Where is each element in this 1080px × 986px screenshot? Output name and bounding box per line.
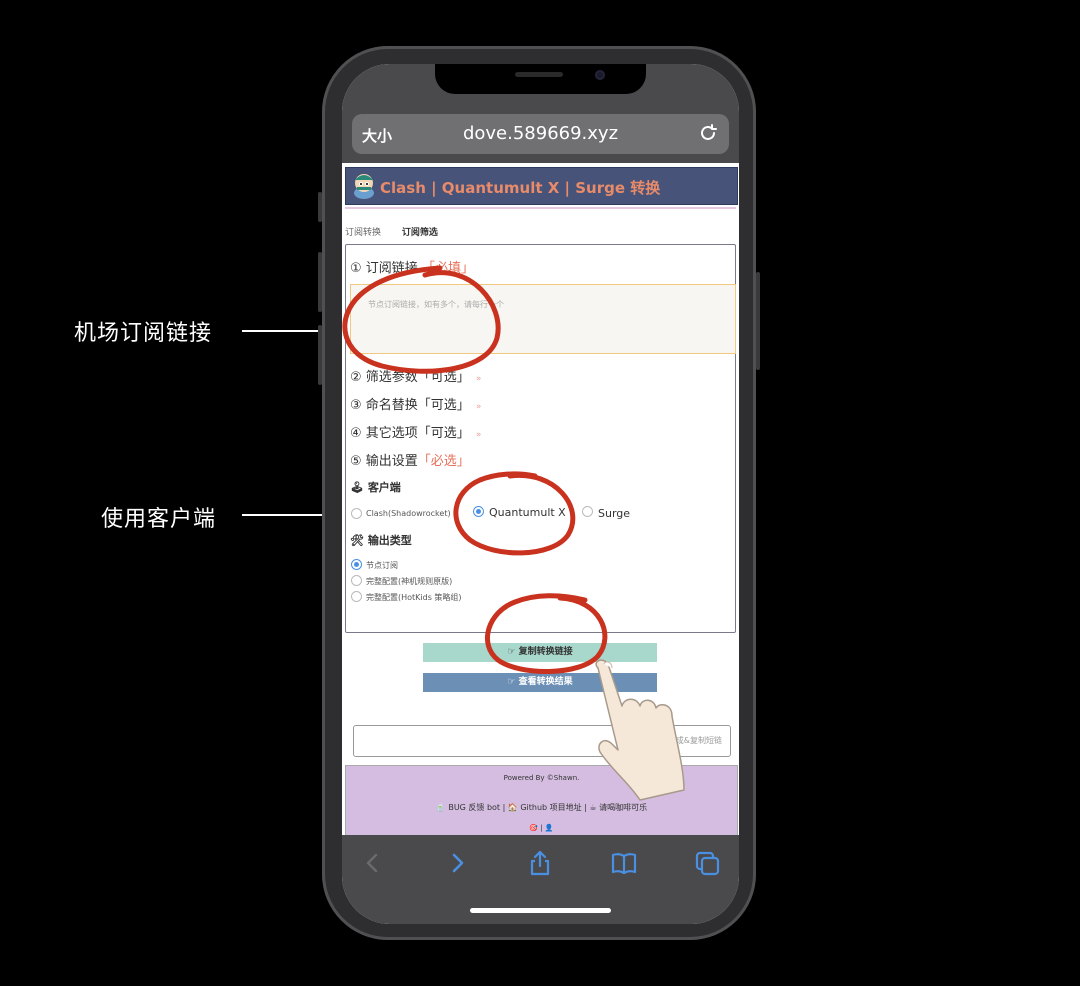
phone-screen: 大小 dove.589669.xyz Clash | Quantumult X … — [342, 64, 739, 924]
chevron-icon: » — [475, 402, 482, 412]
address-bar[interactable]: 大小 dove.589669.xyz — [352, 114, 729, 154]
footer-links[interactable]: 🍵 BUG 反馈 bot | 🏠 Github 项目地址 | ☕ 请喝咖啡可乐 — [346, 802, 737, 813]
client-label-text: 客户端 — [367, 481, 401, 494]
power-button — [756, 272, 760, 370]
radio-clash[interactable] — [351, 508, 362, 519]
client-section-label: 🕹 客户端 — [350, 479, 401, 495]
callout-client-label: 使用客户端 — [101, 507, 217, 532]
step-subscription-link: ① 订阅链接 「必填」 — [350, 257, 474, 276]
silent-switch — [318, 192, 322, 222]
page-footer: Powered By ©Shawn. 🍵 BUG 反馈 bot | 🏠 Gith… — [345, 765, 738, 835]
tabs-icon[interactable] — [693, 849, 721, 877]
radio-full-config-original[interactable] — [351, 575, 362, 586]
radio-clash-label: Clash(Shadowrocket) — [366, 509, 451, 518]
output-type-section-label: 🛠 输出类型 — [350, 532, 412, 548]
radio-node-subscription[interactable] — [351, 559, 362, 570]
header-divider — [345, 207, 736, 209]
step-output-settings: ⑤ 输出设置「必选」 — [350, 450, 470, 469]
web-content: Clash | Quantumult X | Surge 转换 订阅转换 订阅筛… — [342, 163, 739, 835]
radio-full-config-hotkids[interactable] — [351, 591, 362, 602]
step-3-tag: 「可选」 — [417, 398, 470, 413]
reload-icon[interactable] — [697, 122, 719, 144]
tools-icon: 🛠 — [350, 534, 364, 547]
radio-quantumult-x[interactable] — [473, 506, 484, 517]
radio-surge[interactable] — [582, 506, 593, 517]
volume-up-button — [318, 252, 322, 312]
back-icon[interactable] — [359, 849, 387, 877]
share-icon[interactable] — [526, 849, 554, 877]
copy-convert-link-button[interactable]: ☞ 复制转换链接 — [423, 643, 657, 662]
step-4-tag: 「可选」 — [417, 426, 470, 441]
radio-quantumult-x-label: Quantumult X — [489, 506, 566, 519]
shortlink-box[interactable]: 生成&复制短链 — [353, 725, 731, 757]
tab-subscription-convert[interactable]: 订阅转换 — [345, 228, 381, 238]
view-convert-result-button[interactable]: ☞ 查看转换结果 — [423, 673, 657, 692]
powered-by-text: Powered By ©Shawn. — [503, 774, 580, 782]
step-4-label: ④ 其它选项 — [350, 426, 418, 441]
callout-subscription-label: 机场订阅链接 — [74, 321, 213, 346]
step-rename[interactable]: ③ 命名替换「可选」 » — [350, 394, 481, 413]
generate-shortlink-button[interactable]: 生成&复制短链 — [668, 735, 722, 746]
step-2-tag: 「可选」 — [417, 370, 470, 385]
subscription-textarea[interactable]: 节点订阅链接，如有多个，请每行一个 — [350, 284, 736, 354]
step-other-options[interactable]: ④ 其它选项「可选」 » — [350, 422, 481, 441]
home-indicator — [470, 908, 611, 913]
page-header: Clash | Quantumult X | Surge 转换 — [345, 167, 738, 205]
tab-subscription-filter[interactable]: 订阅筛选 — [402, 228, 438, 238]
notch — [435, 64, 646, 94]
radio-surge-label: Surge — [598, 507, 631, 520]
radio-full-config-original-label: 完整配置(神机规则原版) — [366, 577, 453, 586]
tab-bar: 订阅转换 订阅筛选 — [345, 225, 456, 238]
page-title: Clash | Quantumult X | Surge 转换 — [380, 179, 661, 197]
speaker — [515, 72, 563, 77]
step-2-label: ② 筛选参数 — [350, 370, 418, 385]
volume-down-button — [318, 325, 322, 385]
mascot-icon — [354, 174, 374, 199]
subscription-placeholder: 节点订阅链接，如有多个，请每行一个 — [368, 300, 504, 309]
url-text[interactable]: dove.589669.xyz — [352, 123, 729, 144]
step-5-tag: 「必选」 — [417, 454, 470, 469]
step-5-label: ⑤ 输出设置 — [350, 454, 418, 469]
bookmarks-icon[interactable] — [610, 849, 638, 877]
footer-icons[interactable]: 🎯 | 👤 — [346, 824, 737, 832]
step-filter-params[interactable]: ② 筛选参数「可选」 » — [350, 366, 481, 385]
output-type-label-text: 输出类型 — [367, 534, 412, 547]
forward-icon[interactable] — [443, 849, 471, 877]
chevron-icon: » — [475, 430, 482, 440]
step-1-label: ① 订阅链接 — [350, 261, 418, 276]
step-1-tag: 「必填」 — [421, 261, 474, 276]
step-3-label: ③ 命名替换 — [350, 398, 418, 413]
convert-form: ① 订阅链接 「必填」 节点订阅链接，如有多个，请每行一个 ② 筛选参数「可选」… — [345, 244, 736, 633]
radio-node-subscription-label: 节点订阅 — [366, 561, 398, 570]
chevron-icon: » — [475, 374, 482, 384]
front-camera — [595, 70, 605, 80]
radio-full-config-hotkids-label: 完整配置(HotKids 策略组) — [366, 593, 462, 602]
joystick-icon: 🕹 — [350, 481, 364, 494]
